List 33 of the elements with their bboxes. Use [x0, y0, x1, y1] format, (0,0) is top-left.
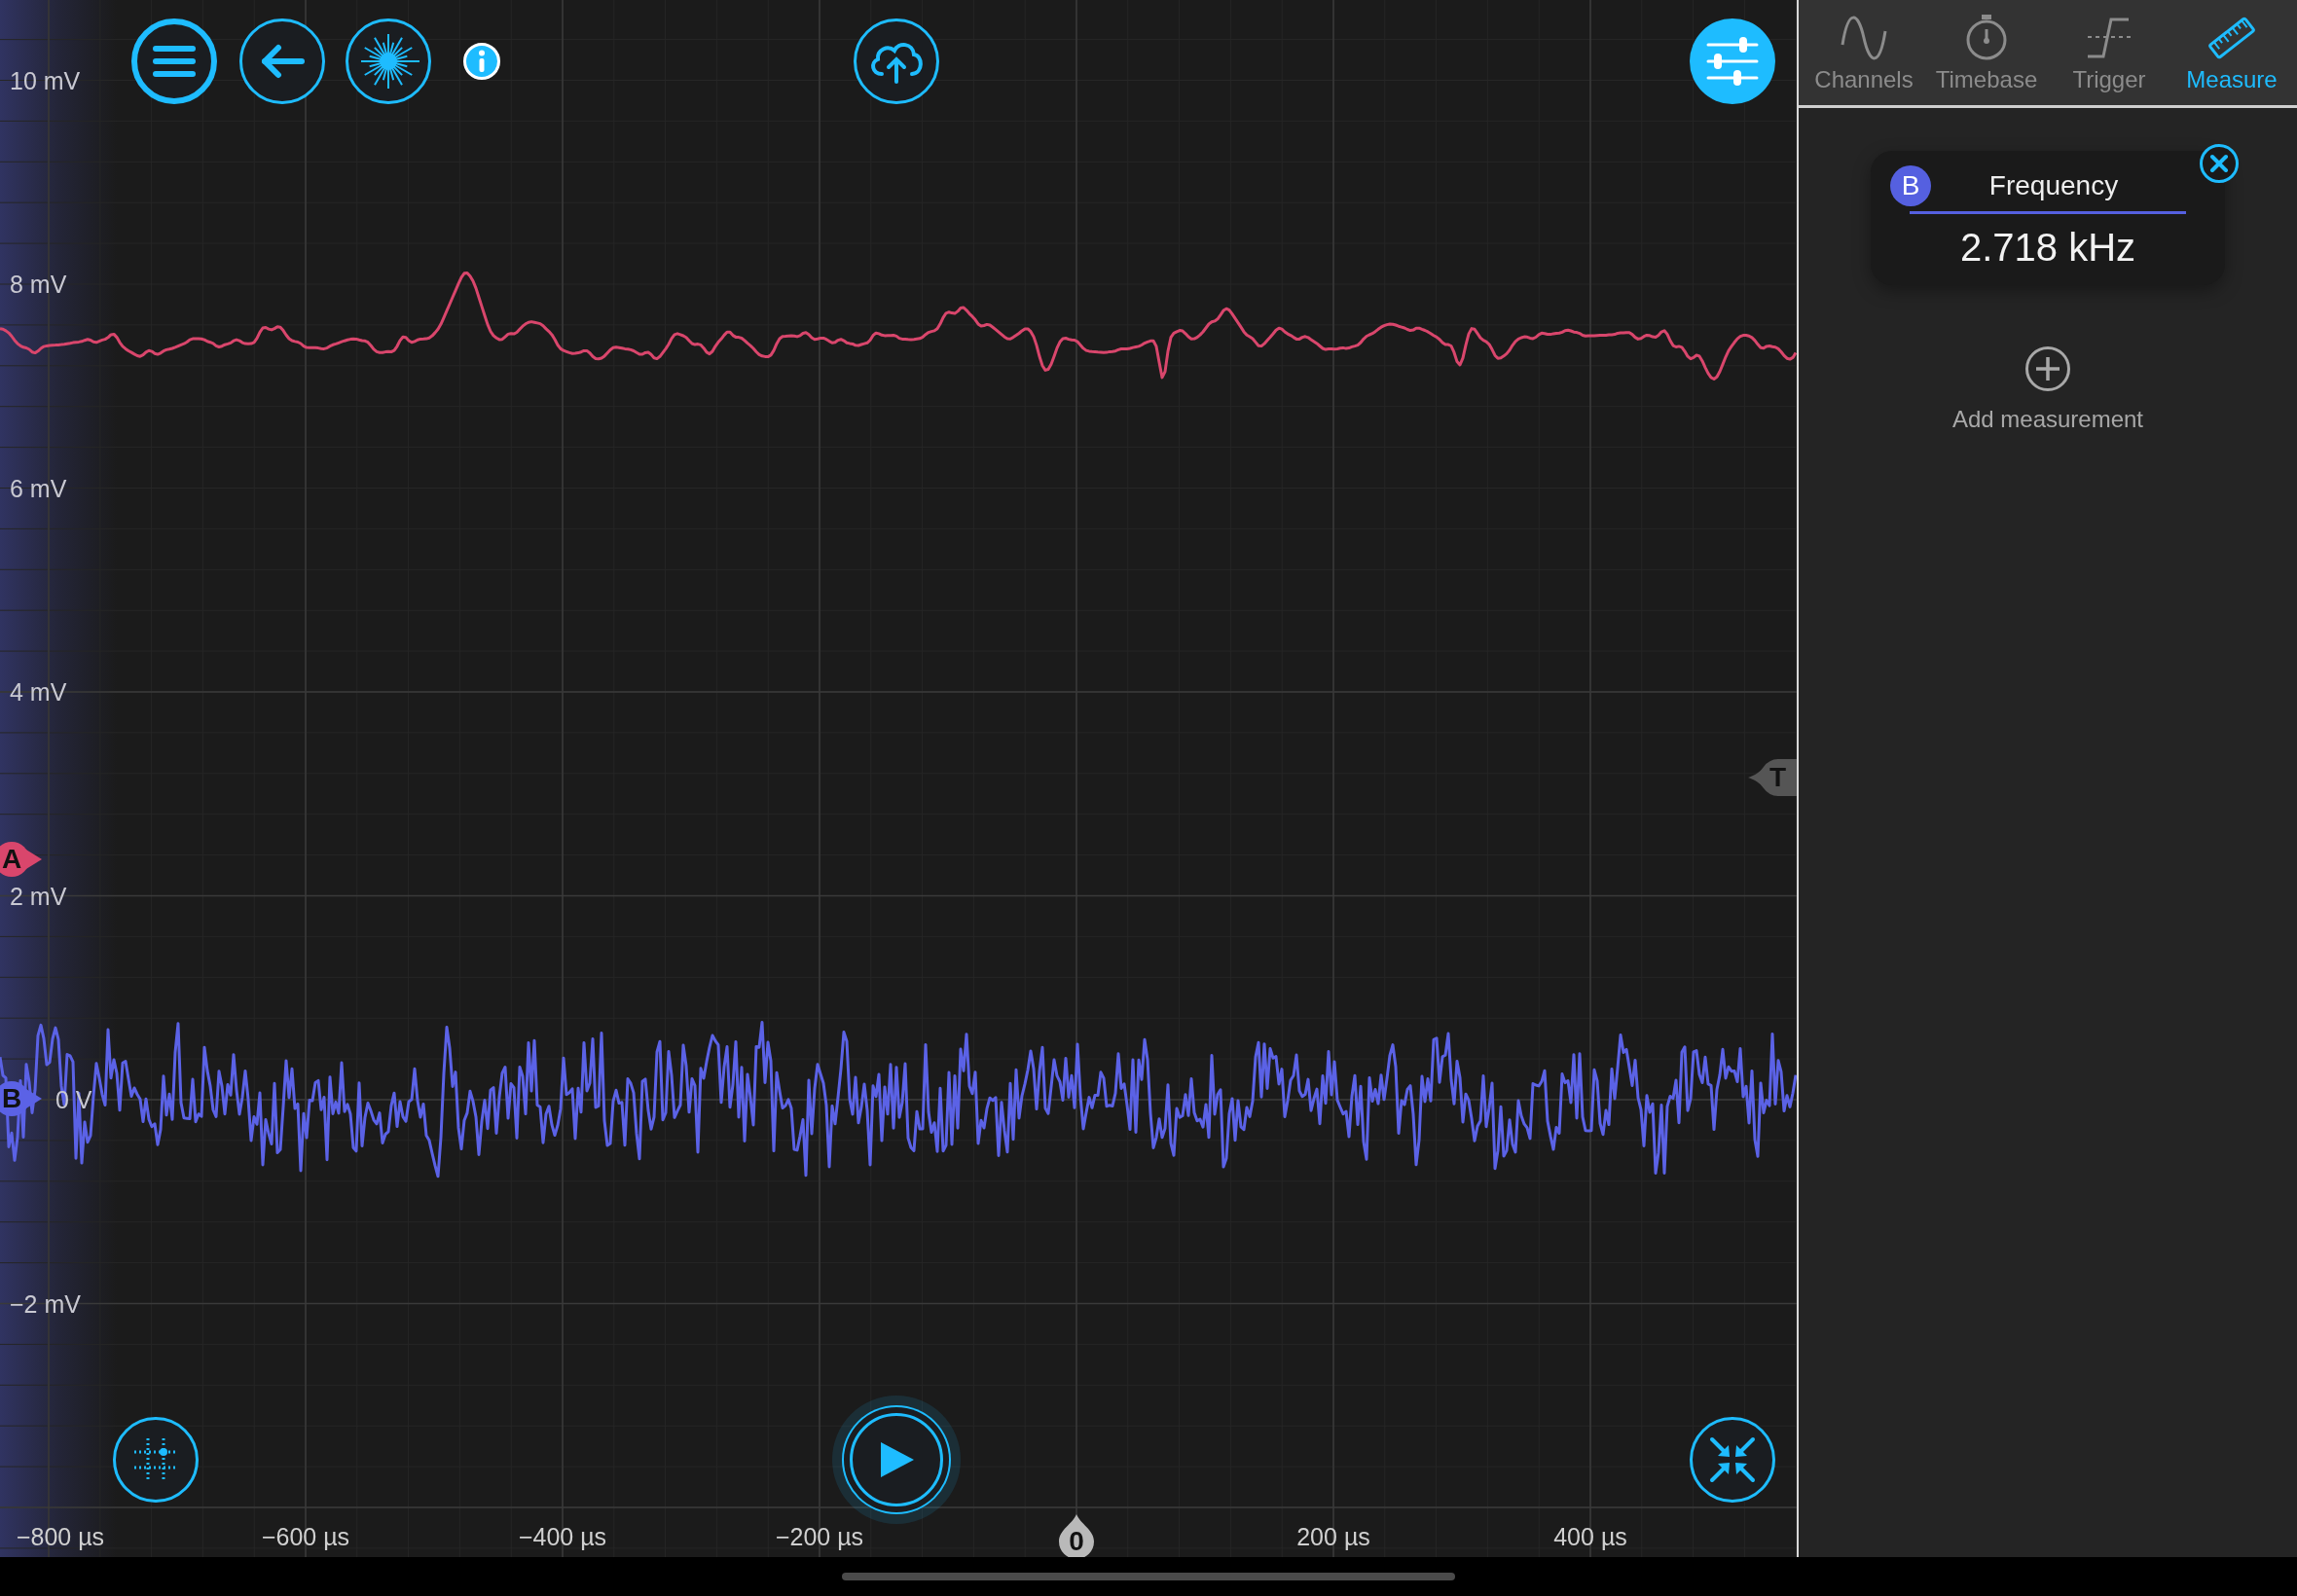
axis-label: 2 mV	[10, 881, 67, 911]
axis-label: 400 µs	[1553, 1522, 1627, 1551]
axis-label: 4 mV	[10, 677, 67, 707]
menu-icon	[152, 44, 197, 79]
measurement-name: Frequency	[1987, 170, 2120, 201]
close-button[interactable]	[2200, 144, 2239, 183]
axis-label: −600 µs	[261, 1522, 350, 1551]
axis-label: 10 mV	[10, 65, 81, 95]
panel-tab[interactable]: Trigger	[2048, 0, 2170, 105]
panel-tab[interactable]: Timebase	[1925, 0, 2048, 105]
measurement-value: 2.718 kHz	[1959, 226, 2136, 270]
arrows-inward-icon	[1708, 1435, 1757, 1484]
info-button[interactable]	[463, 43, 500, 80]
sine-wave-icon	[1841, 16, 1887, 60]
axis-label: 6 mV	[10, 473, 67, 503]
axis-label: 200 µs	[1296, 1522, 1370, 1551]
close-icon	[2209, 154, 2229, 173]
axis-label: 8 mV	[10, 270, 67, 299]
axis-label: −2 mV	[10, 1288, 81, 1319]
trigger-level-marker[interactable]: T	[1748, 759, 1797, 796]
plus-circle-icon	[2024, 345, 2071, 392]
ruler-icon	[2207, 16, 2256, 60]
add-measurement-button[interactable]: Add measurement	[1951, 345, 2144, 433]
trigger-time-marker[interactable]: 0	[1057, 1514, 1096, 1557]
channel-badge: B	[1890, 165, 1931, 206]
panel-tab[interactable]: Measure	[2170, 0, 2293, 105]
stopwatch-icon	[1965, 14, 2008, 60]
axis-label: −400 µs	[518, 1522, 607, 1551]
sliders-icon	[1706, 37, 1759, 86]
panel-tab[interactable]: Channels	[1803, 0, 1925, 105]
axis-label: −800 µs	[16, 1522, 105, 1551]
trigger-edge-icon	[2086, 16, 2133, 60]
axis-label: −200 µs	[775, 1522, 864, 1551]
